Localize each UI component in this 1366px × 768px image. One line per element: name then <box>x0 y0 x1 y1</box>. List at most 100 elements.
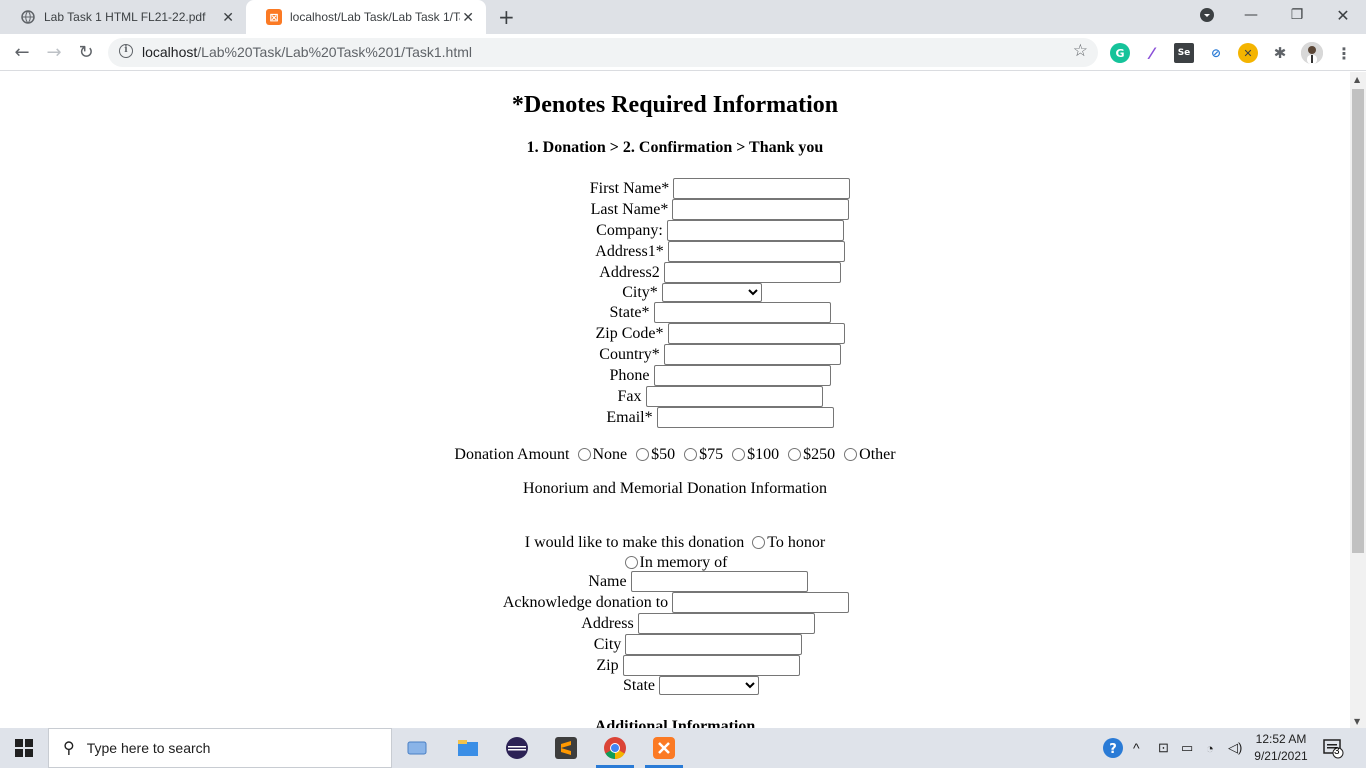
donation-amount-group: Donation Amount None $50 $75 $100 $250 O… <box>0 444 1350 465</box>
honor-address-input[interactable] <box>637 613 815 634</box>
company-input[interactable] <box>666 220 844 241</box>
selenium-extension-icon[interactable]: Se <box>1174 43 1194 63</box>
meet-now-icon[interactable]: ⊡ <box>1158 728 1169 768</box>
xampp-taskbar-icon[interactable] <box>652 736 676 760</box>
honor-field-city: City <box>0 634 1350 655</box>
zip-code-input[interactable] <box>667 323 845 344</box>
task-view-icon[interactable] <box>406 736 430 760</box>
field-label: State <box>623 677 655 694</box>
in-memory-radio[interactable]: In memory of <box>624 552 727 573</box>
field-label: State* <box>609 304 650 321</box>
minimize-icon[interactable]: — <box>1228 0 1274 30</box>
browser-tab-strip: Lab Task 1 HTML FL21-22.pdf ✕ ⊠ localhos… <box>0 0 1366 34</box>
field-label: Phone <box>609 367 650 384</box>
extension-icon[interactable]: ⊘ <box>1206 43 1226 63</box>
forward-icon[interactable]: → <box>42 40 66 64</box>
restore-icon[interactable]: ❐ <box>1274 0 1320 30</box>
avatar[interactable] <box>1301 42 1323 64</box>
field-label: Acknowledge donation to <box>502 594 669 611</box>
reload-icon[interactable]: ↻ <box>74 40 98 64</box>
city-select[interactable] <box>661 283 762 302</box>
field-label: Company: <box>596 222 663 239</box>
tab-task1[interactable]: ⊠ localhost/Lab Task/Lab Task 1/Task1.ht… <box>246 0 486 34</box>
field-phone: Phone <box>0 365 1350 386</box>
to-honor-radio[interactable]: To honor <box>752 532 825 553</box>
profile-menu-icon[interactable] <box>1184 0 1230 30</box>
chrome-icon[interactable] <box>603 736 627 760</box>
fax-input[interactable] <box>645 386 823 407</box>
field-company: Company: <box>0 220 1350 241</box>
honor-name-input[interactable] <box>630 571 808 592</box>
sublime-text-icon[interactable] <box>554 736 578 760</box>
feather-extension-icon[interactable]: ⁄ <box>1142 43 1162 63</box>
phone-input[interactable] <box>653 365 831 386</box>
breadcrumb: 1. Donation > 2. Confirmation > Thank yo… <box>526 139 824 156</box>
acknowledge-input[interactable] <box>672 592 850 613</box>
field-label: Name <box>588 573 627 590</box>
last-name-input[interactable] <box>672 199 850 220</box>
donation-radio-other[interactable]: Other <box>844 444 896 465</box>
bookmark-star-icon[interactable]: ☆ <box>1073 41 1088 61</box>
field-first-name: First Name* <box>0 178 1350 199</box>
radio-button[interactable] <box>844 448 858 461</box>
radio-button[interactable] <box>788 448 802 461</box>
extensions-puzzle-icon[interactable]: ✱ <box>1270 43 1290 63</box>
radio-button[interactable] <box>636 448 650 461</box>
close-window-icon[interactable]: ✕ <box>1320 0 1366 30</box>
donation-radio-100[interactable]: $100 <box>732 444 779 465</box>
donation-radio-250[interactable]: $250 <box>788 444 835 465</box>
radio-button[interactable] <box>577 448 591 461</box>
taskbar-search-input[interactable]: ⚲ Type here to search <box>48 728 392 768</box>
back-icon[interactable]: ← <box>10 40 34 64</box>
grammarly-icon[interactable]: G <box>1110 43 1130 63</box>
email-input[interactable] <box>656 407 834 428</box>
eclipse-icon[interactable] <box>505 736 529 760</box>
scrollbar-thumb[interactable] <box>1352 89 1364 553</box>
svg-text:?: ? <box>1109 742 1117 757</box>
memory-choice-row: In memory of <box>0 552 1350 573</box>
page-scrollbar[interactable]: ▲ ▼ <box>1350 72 1366 728</box>
first-name-input[interactable] <box>673 178 851 199</box>
address1-input[interactable] <box>667 241 845 262</box>
country-input[interactable] <box>663 344 841 365</box>
browser-toolbar: ← → ↻ i localhost/Lab%20Task/Lab%20Task%… <box>0 34 1366 71</box>
windows-start-icon[interactable] <box>0 728 48 768</box>
donation-radio-75[interactable]: $75 <box>684 444 723 465</box>
menu-kebab-icon[interactable]: ⋮ <box>1334 43 1354 63</box>
radio-button[interactable] <box>732 448 746 461</box>
honor-zip-input[interactable] <box>622 655 800 676</box>
close-tab-icon[interactable]: ✕ <box>462 9 474 26</box>
battery-icon[interactable]: ▭ <box>1181 728 1193 768</box>
honor-city-input[interactable] <box>625 634 803 655</box>
radio-button[interactable] <box>624 556 638 569</box>
honor-state-select[interactable] <box>659 676 759 695</box>
tray-chevron-up-icon[interactable]: ^ <box>1133 728 1140 768</box>
wifi-icon[interactable]: ◔ <box>1206 728 1214 768</box>
state-input[interactable] <box>653 302 831 323</box>
notification-center-icon[interactable] <box>1322 728 1344 768</box>
help-icon[interactable]: ? <box>1102 728 1124 768</box>
field-label: Zip Code* <box>595 325 664 342</box>
radio-button[interactable] <box>752 536 766 549</box>
system-clock[interactable]: 12:52 AM 9/21/2021 <box>1248 731 1314 765</box>
tab-pdf[interactable]: Lab Task 1 HTML FL21-22.pdf ✕ <box>0 0 246 34</box>
donation-radio-50[interactable]: $50 <box>636 444 675 465</box>
new-tab-button[interactable]: + <box>498 5 515 29</box>
file-explorer-icon[interactable] <box>456 736 480 760</box>
info-icon[interactable]: i <box>119 44 133 58</box>
radio-button[interactable] <box>684 448 698 461</box>
scroll-down-icon[interactable]: ▼ <box>1354 717 1360 726</box>
honor-field-acknowledge: Acknowledge donation to <box>0 592 1350 613</box>
honor-field-state: State <box>0 675 1350 696</box>
extension-icon-2[interactable]: ✕ <box>1238 43 1258 63</box>
search-icon: ⚲ <box>63 740 75 757</box>
address2-input[interactable] <box>663 262 841 283</box>
close-tab-icon[interactable]: ✕ <box>222 9 234 26</box>
field-country: Country* <box>0 344 1350 365</box>
donation-radio-none[interactable]: None <box>577 444 627 465</box>
volume-icon[interactable]: ◁) <box>1228 728 1242 768</box>
address-bar[interactable]: i localhost/Lab%20Task/Lab%20Task%201/Ta… <box>108 38 1098 67</box>
tab-label: Lab Task 1 HTML FL21-22.pdf <box>44 10 206 24</box>
scroll-up-icon[interactable]: ▲ <box>1354 75 1360 84</box>
field-label: Email* <box>606 409 653 426</box>
